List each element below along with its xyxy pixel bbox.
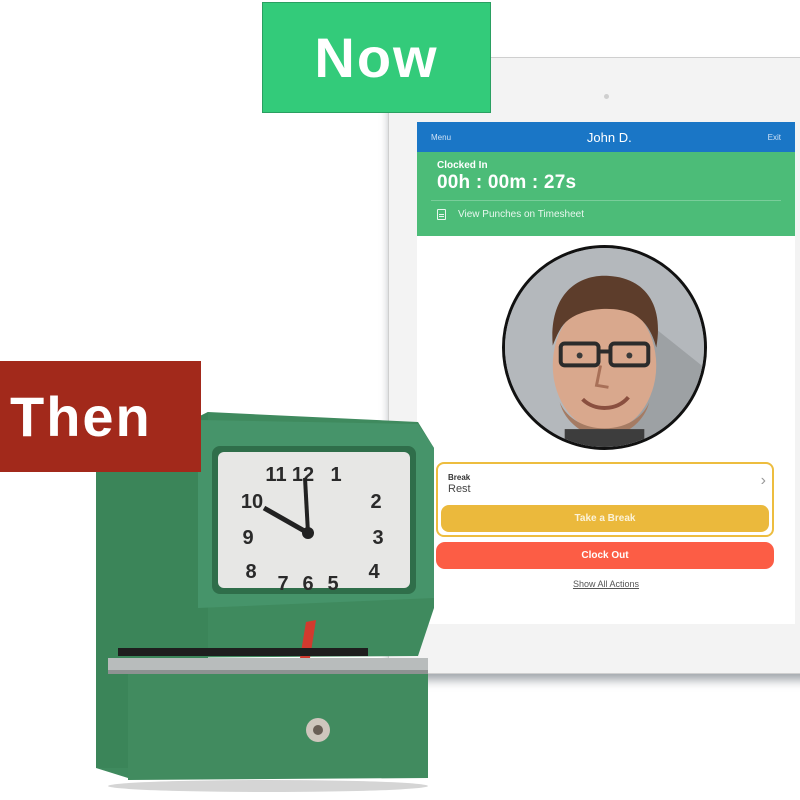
take-break-button[interactable]: Take a Break — [441, 505, 769, 532]
exit-button[interactable]: Exit — [768, 133, 781, 142]
now-label: Now — [314, 26, 439, 89]
dial-number-2: 2 — [370, 491, 381, 513]
view-punches-link[interactable]: View Punches on Timesheet — [437, 201, 775, 227]
tablet-device: Menu John D. Exit Clocked In 00h : 00m :… — [388, 57, 800, 674]
dial-number-9: 9 — [242, 527, 253, 549]
avatar — [502, 245, 707, 450]
tablet-camera — [604, 94, 609, 99]
dial-number-12: 12 — [292, 464, 314, 486]
user-name: John D. — [586, 129, 632, 145]
dial-number-11: 11 — [265, 464, 286, 486]
clock-out-button[interactable]: Clock Out — [436, 542, 774, 569]
dial-number-7: 7 — [277, 573, 288, 595]
document-icon — [437, 208, 446, 220]
dial-number-8: 8 — [245, 561, 256, 583]
then-label: Then — [10, 385, 152, 448]
now-badge: Now — [262, 2, 491, 113]
chevron-right-icon[interactable]: › — [761, 472, 766, 490]
clock-center — [302, 527, 314, 539]
view-punches-label: View Punches on Timesheet — [458, 208, 585, 220]
dial-number-4: 4 — [368, 561, 380, 583]
dial-number-1: 1 — [330, 464, 341, 486]
show-all-actions-link[interactable]: Show All Actions — [417, 579, 795, 589]
clock-state-label: Clocked In — [437, 160, 488, 171]
break-type-value: Rest — [448, 483, 471, 495]
dial-number-6: 6 — [302, 573, 313, 595]
elapsed-timer: 00h : 00m : 27s — [437, 172, 577, 193]
menu-button[interactable]: Menu — [431, 133, 451, 142]
dial-number-10: 10 — [241, 491, 263, 513]
dial-number-3: 3 — [372, 527, 383, 549]
employee-photo — [505, 248, 704, 447]
clock-status-panel: Clocked In 00h : 00m : 27s View Punches … — [417, 152, 795, 236]
dial-number-5: 5 — [327, 573, 338, 595]
break-label: Break — [448, 473, 471, 482]
app-header: Menu John D. Exit — [417, 122, 795, 152]
break-card[interactable]: Break Rest › Take a Break — [436, 462, 774, 537]
app-screen: Menu John D. Exit Clocked In 00h : 00m :… — [417, 122, 795, 624]
then-badge: Then — [0, 361, 201, 472]
